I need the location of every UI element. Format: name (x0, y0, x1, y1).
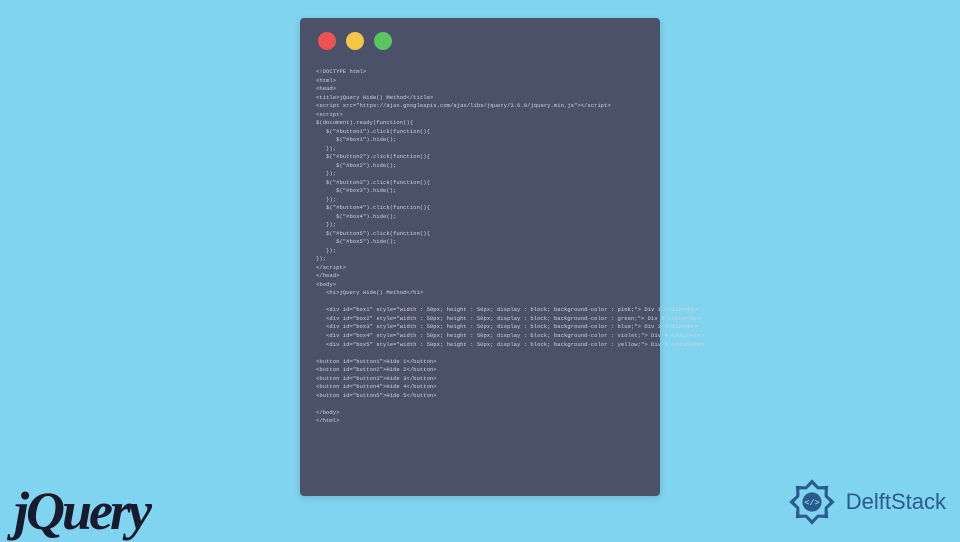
minimize-icon (346, 32, 364, 50)
maximize-icon (374, 32, 392, 50)
close-icon (318, 32, 336, 50)
code-content: <!DOCTYPE html> <html> <head> <title>jQu… (300, 60, 660, 438)
code-editor-window: <!DOCTYPE html> <html> <head> <title>jQu… (300, 18, 660, 496)
window-titlebar (300, 18, 660, 60)
jquery-logo: jQuery (14, 480, 149, 542)
delftstack-text: DelftStack (846, 489, 946, 515)
svg-text:</>: </> (804, 498, 819, 508)
delftstack-badge-icon: </> (782, 472, 842, 532)
delftstack-logo: </> DelftStack (782, 472, 946, 532)
